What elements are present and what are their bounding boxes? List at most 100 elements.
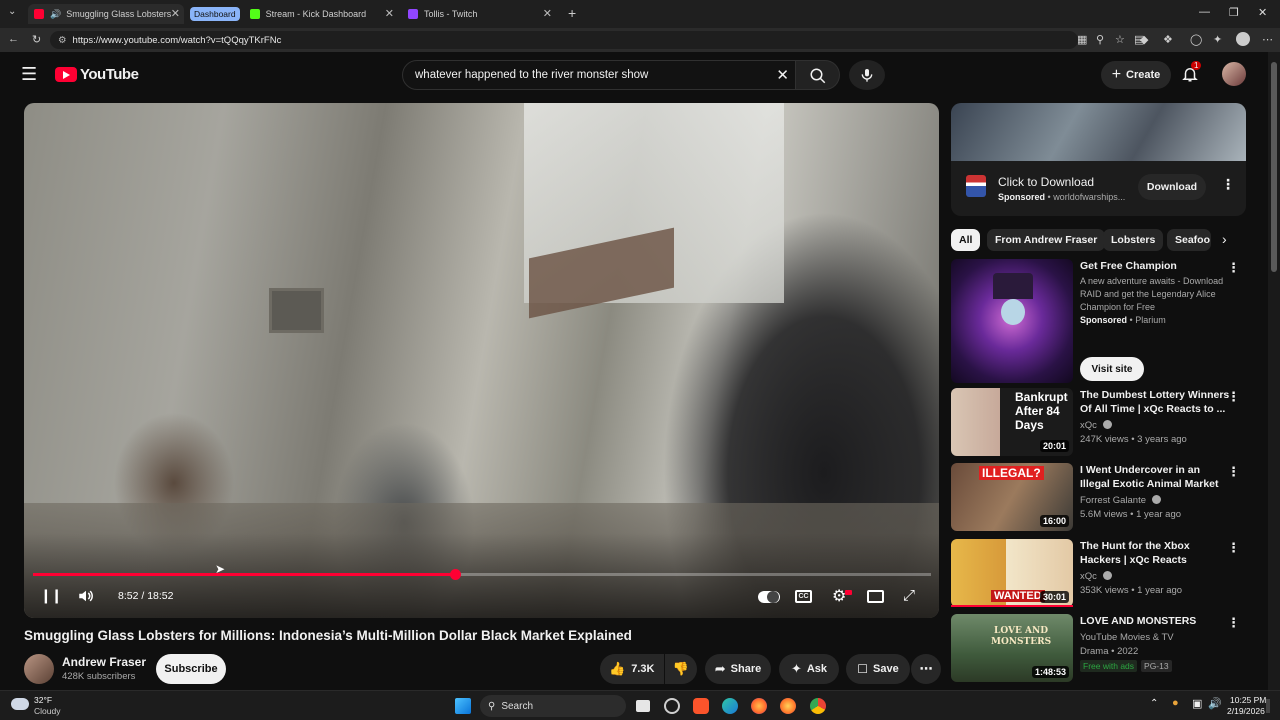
firefox-icon[interactable] <box>751 698 767 714</box>
rec-menu-kebab-icon[interactable]: ⋮ <box>1227 260 1240 276</box>
rec-channel[interactable]: YouTube Movies & TV <box>1080 632 1174 643</box>
recommendation-item[interactable]: LOVE AND MONSTERS 1:48:53 LOVE AND MONST… <box>951 614 1246 684</box>
search-button[interactable] <box>796 60 840 90</box>
sponsored-recommendation[interactable]: Get Free Champion A new adventure awaits… <box>951 259 1246 383</box>
speaker-tray-icon[interactable]: 🔊 <box>1208 697 1222 710</box>
chip-lobsters[interactable]: Lobsters <box>1103 229 1164 251</box>
progress-bar[interactable] <box>33 569 931 580</box>
tab-list-chevron-icon[interactable]: ⌄ <box>8 6 16 17</box>
extensions-puzzle-icon[interactable]: ❖ <box>1163 33 1173 46</box>
more-actions-button[interactable]: ⋯ <box>911 654 941 684</box>
rec-menu-kebab-icon[interactable]: ⋮ <box>1227 464 1240 480</box>
rec-title[interactable]: Get Free Champion <box>1080 259 1230 273</box>
ad-download-button[interactable]: Download <box>1138 174 1206 200</box>
create-button[interactable]: + Create <box>1101 61 1171 89</box>
taskbar-search[interactable]: ⚲ Search <box>480 695 626 717</box>
tray-chevron-icon[interactable]: ⌃ <box>1150 698 1158 709</box>
tab-kick-dashboard[interactable]: Dashboard Stream - Kick Dashboard ✕ <box>190 4 398 24</box>
ad-banner-image[interactable] <box>951 103 1246 161</box>
ad-title[interactable]: Click to Download <box>998 175 1094 189</box>
tab-twitch[interactable]: Tollis - Twitch ✕ <box>408 4 556 24</box>
fullscreen-icon[interactable]: ⤢ <box>903 587 915 604</box>
steam-icon[interactable] <box>664 698 680 714</box>
like-button[interactable]: 👍 7.3K <box>600 654 664 684</box>
sync-icon[interactable]: ◯ <box>1190 33 1202 46</box>
scrollbar-thumb[interactable] <box>1271 62 1277 272</box>
profile-avatar-icon[interactable] <box>1236 32 1250 46</box>
minimize-icon[interactable]: — <box>1199 6 1210 18</box>
tab-close-icon[interactable]: ✕ <box>385 7 394 20</box>
dislike-button[interactable]: 👎 <box>665 654 697 684</box>
speaker-icon[interactable]: 🔊 <box>50 9 61 20</box>
video-player[interactable]: ➤ ❙❙ 8:52 / 18:52 CC ⚙ ⤢ <box>24 103 939 618</box>
back-icon[interactable]: ← <box>8 33 19 45</box>
address-bar[interactable]: ⚙ https://www.youtube.com/watch?v=tQQqyT… <box>50 31 1078 49</box>
recommendation-item[interactable]: Bankrupt After 84 Days 20:01 The Dumbest… <box>951 388 1246 458</box>
voice-search-button[interactable] <box>849 60 885 90</box>
pause-icon[interactable]: ❙❙ <box>40 587 62 604</box>
rec-title[interactable]: LOVE AND MONSTERS <box>1080 614 1230 628</box>
network-icon[interactable]: ▣ <box>1192 697 1202 710</box>
clock-date[interactable]: 2/19/2026 <box>1227 706 1265 716</box>
tab-youtube[interactable]: 🔊 Smuggling Glass Lobsters for ✕ <box>28 4 184 24</box>
hamburger-menu-icon[interactable]: ☰ <box>21 64 37 85</box>
rec-channel[interactable]: xQc <box>1080 571 1097 582</box>
windows-start-icon[interactable] <box>455 698 471 714</box>
clear-search-icon[interactable]: ✕ <box>776 66 789 84</box>
tray-mic-icon[interactable]: ● <box>1172 697 1179 709</box>
rec-channel[interactable]: Forrest Galante <box>1080 495 1146 506</box>
notification-center-icon[interactable] <box>1266 699 1270 713</box>
rec-menu-kebab-icon[interactable]: ⋮ <box>1227 615 1240 631</box>
translate-icon[interactable]: ▦ <box>1077 33 1087 46</box>
ask-button[interactable]: ✦ Ask <box>779 654 839 684</box>
rec-title[interactable]: The Dumbest Lottery Winners Of All Time … <box>1080 388 1230 416</box>
task-view-icon[interactable] <box>636 700 650 712</box>
recommendation-item[interactable]: ILLEGAL? 16:00 I Went Undercover in an I… <box>951 463 1246 533</box>
rec-thumbnail[interactable]: WANTED 30:01 <box>951 539 1073 607</box>
share-button[interactable]: ➦ Share <box>705 654 771 684</box>
rec-menu-kebab-icon[interactable]: ⋮ <box>1227 540 1240 556</box>
rec-title[interactable]: I Went Undercover in an Illegal Exotic A… <box>1080 463 1230 491</box>
chip-all[interactable]: All <box>951 229 981 251</box>
sponsored-ad-card[interactable]: Click to Download Sponsored • worldofwar… <box>951 103 1246 216</box>
weather-cloud-icon[interactable] <box>11 698 29 710</box>
theater-mode-icon[interactable] <box>867 590 884 603</box>
chip-from-channel[interactable]: From Andrew Fraser <box>987 229 1106 251</box>
chrome-icon[interactable] <box>810 698 826 714</box>
channel-name[interactable]: Andrew Fraser <box>62 655 146 669</box>
ad-menu-kebab-icon[interactable]: ⋮ <box>1221 176 1235 193</box>
favorites-icon[interactable]: ✦ <box>1213 33 1222 46</box>
zoom-icon[interactable]: ⚲ <box>1096 33 1104 46</box>
reload-icon[interactable]: ↻ <box>32 33 41 46</box>
firefox-alt-icon[interactable] <box>780 698 796 714</box>
tab-group-label[interactable]: Dashboard <box>190 7 240 21</box>
window-close-icon[interactable]: ✕ <box>1258 6 1267 19</box>
captions-icon[interactable]: CC <box>795 590 812 603</box>
settings-gear-icon[interactable]: ⚙ <box>832 586 846 606</box>
subscribe-button[interactable]: Subscribe <box>156 654 226 684</box>
search-input[interactable]: whatever happened to the river monster s… <box>402 60 796 90</box>
account-avatar[interactable] <box>1222 62 1246 86</box>
extension-diamond-icon[interactable]: ◆ <box>1140 33 1148 46</box>
rec-menu-kebab-icon[interactable]: ⋮ <box>1227 389 1240 405</box>
edge-icon[interactable] <box>722 698 738 714</box>
chips-next-chevron-icon[interactable]: › <box>1222 231 1227 247</box>
rec-thumbnail[interactable]: LOVE AND MONSTERS 1:48:53 <box>951 614 1073 682</box>
tab-close-icon[interactable]: ✕ <box>171 7 180 20</box>
page-scrollbar[interactable] <box>1268 52 1280 690</box>
restore-icon[interactable]: ❐ <box>1229 6 1239 19</box>
bookmark-star-icon[interactable]: ☆ <box>1115 33 1125 46</box>
site-info-icon[interactable]: ⚙ <box>58 35 67 46</box>
youtube-logo[interactable]: YouTube <box>55 66 139 83</box>
clock-time[interactable]: 10:25 PM <box>1230 695 1266 705</box>
chip-seafood[interactable]: Seafoo <box>1167 229 1211 251</box>
recommendation-item[interactable]: WANTED 30:01 The Hunt for the Xbox Hacke… <box>951 539 1246 609</box>
tab-close-icon[interactable]: ✕ <box>543 7 552 20</box>
save-button[interactable]: ☐ Save <box>846 654 910 684</box>
rec-channel[interactable]: xQc <box>1080 420 1097 431</box>
autoplay-toggle[interactable] <box>758 591 780 603</box>
weather-temp[interactable]: 32°F <box>34 695 52 705</box>
visit-site-button[interactable]: Visit site <box>1080 357 1144 381</box>
rec-thumbnail[interactable]: Bankrupt After 84 Days 20:01 <box>951 388 1073 456</box>
new-tab-icon[interactable]: + <box>568 5 576 21</box>
